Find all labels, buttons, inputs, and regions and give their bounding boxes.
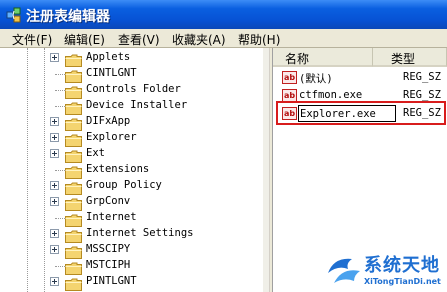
tree-node[interactable]: MSTCIPH [0, 258, 260, 275]
tree-connector-line [55, 218, 65, 219]
title-bar: 注册表编辑器 [0, 0, 447, 29]
watermark-logo-icon [328, 258, 360, 283]
tree-node[interactable]: PINTLGNT [0, 274, 260, 292]
expand-icon[interactable] [50, 245, 59, 254]
watermark-subtitle: XiTongTianDi.net [364, 277, 441, 286]
tree-node-label: PINTLGNT [86, 275, 137, 287]
tree-node-label: DIFxApp [86, 115, 131, 127]
registry-key-tree[interactable]: Applets CINTLGNT Controls Folder Device Ins… [0, 48, 269, 292]
tree-node[interactable]: Group Policy [0, 178, 260, 195]
value-name: ctfmon.exe [299, 89, 363, 101]
tree-connector-line [55, 90, 65, 91]
tree-node-label: Device Installer [86, 99, 188, 111]
window-title: 注册表编辑器 [26, 9, 110, 25]
tree-node[interactable]: MSSCIPY [0, 242, 260, 259]
tree-node-label: CINTLGNT [86, 67, 137, 79]
value-type: REG_SZ [403, 71, 441, 83]
expand-icon[interactable] [50, 197, 59, 206]
menu-edit[interactable]: 编辑(E) [64, 31, 105, 48]
watermark-title: 系统天地 [364, 255, 440, 276]
tree-node-label: Explorer [86, 131, 137, 143]
tree-node[interactable]: Extensions [0, 162, 260, 179]
tree-node[interactable]: Internet [0, 210, 260, 227]
tree-node-label: Group Policy [86, 179, 162, 191]
tree-node[interactable]: Device Installer [0, 98, 260, 115]
menu-bar: 文件(F) 编辑(E) 查看(V) 收藏夹(A) 帮助(H) [0, 29, 447, 48]
tree-node-label: Ext [86, 147, 105, 159]
tree-node[interactable]: CINTLGNT [0, 66, 260, 83]
column-header-name[interactable]: 名称 [273, 48, 373, 67]
tree-connector-line [55, 74, 65, 75]
expand-icon[interactable] [50, 117, 59, 126]
tree-connector-line [55, 266, 65, 267]
tree-node-label: MSTCIPH [86, 259, 131, 271]
expand-icon[interactable] [50, 181, 59, 190]
tree-node[interactable]: Controls Folder [0, 82, 260, 99]
tree-connector-line [55, 106, 65, 107]
expand-icon[interactable] [50, 277, 59, 286]
menu-help[interactable]: 帮助(H) [238, 31, 280, 48]
menu-favorites[interactable]: 收藏夹(A) [172, 31, 226, 48]
string-value-icon: ab [282, 71, 297, 84]
value-type: REG_SZ [403, 89, 441, 101]
expand-icon[interactable] [50, 133, 59, 142]
site-watermark: 系统天地 XiTongTianDi.net [322, 251, 447, 292]
tree-connector-line [55, 170, 65, 171]
tree-node[interactable]: Internet Settings [0, 226, 260, 243]
tree-node-label: Internet [86, 211, 137, 223]
tree-node-label: Internet Settings [86, 227, 194, 239]
highlight-box [276, 101, 446, 125]
folder-icon [65, 276, 82, 292]
registry-editor-icon [5, 7, 22, 28]
tree-node[interactable]: DIFxApp [0, 114, 260, 131]
expand-icon[interactable] [50, 149, 59, 158]
tree-node[interactable]: GrpConv [0, 194, 260, 211]
tree-node[interactable]: Ext [0, 146, 260, 163]
menu-file[interactable]: 文件(F) [12, 31, 52, 48]
value-name: (默认) [299, 73, 333, 85]
column-header-type[interactable]: 类型 [373, 48, 447, 67]
tree-node-label: MSSCIPY [86, 243, 131, 255]
tree-node[interactable]: Applets [0, 50, 260, 67]
tree-node-label: Controls Folder [86, 83, 181, 95]
expand-icon[interactable] [50, 53, 59, 62]
menu-view[interactable]: 查看(V) [118, 31, 160, 48]
tree-node-label: GrpConv [86, 195, 131, 207]
tree-node[interactable]: Explorer [0, 130, 260, 147]
expand-icon[interactable] [50, 229, 59, 238]
tree-node-label: Applets [86, 51, 131, 63]
value-row[interactable]: ab (默认) REG_SZ [273, 69, 447, 87]
tree-node-label: Extensions [86, 163, 150, 175]
